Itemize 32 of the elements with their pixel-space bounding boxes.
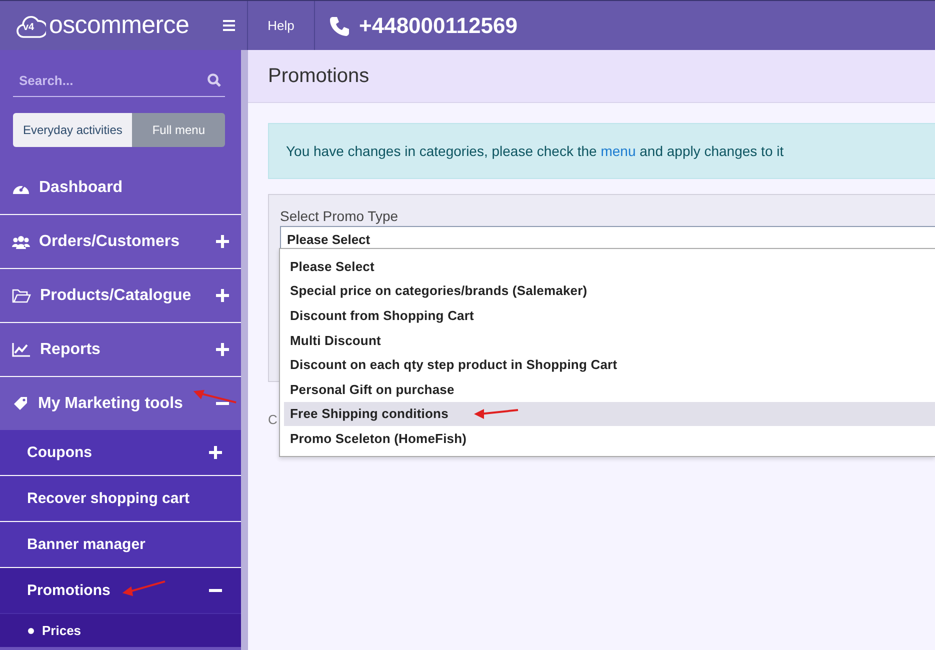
line-chart-icon: [12, 342, 31, 357]
dropdown-option[interactable]: Please Select: [284, 254, 935, 279]
menu-mode-tab[interactable]: Everyday activities: [13, 113, 132, 147]
tag-icon: [12, 395, 29, 412]
info-alert: You have changes in categories, please check the menu and apply changes to it: [268, 123, 935, 179]
phone-number: +448000112569: [359, 12, 518, 38]
menu-item[interactable]: My Marketing tools: [0, 377, 241, 430]
bullet-icon: [28, 628, 34, 634]
folder-icon: [12, 288, 31, 303]
dropdown-option[interactable]: Personal Gift on purchase: [284, 376, 935, 402]
partial-text: C: [268, 412, 278, 427]
menu-icon: [223, 20, 235, 31]
submenu-item[interactable]: Coupons: [0, 430, 241, 476]
dropdown-option[interactable]: Free Shipping conditions: [284, 402, 935, 426]
search-icon: [207, 73, 221, 87]
dropdown-option[interactable]: Promo Sceleton (HomeFish): [284, 426, 935, 451]
dropdown-option[interactable]: Discount from Shopping Cart: [284, 303, 935, 328]
menu-link[interactable]: menu: [600, 143, 636, 159]
dropdown-option[interactable]: Multi Discount: [284, 328, 935, 352]
dropdown-option[interactable]: Special price on categories/brands (Salemaker): [284, 278, 935, 304]
splitter-handle[interactable]: [241, 50, 248, 650]
logo[interactable]: v4 oscommerce: [16, 10, 190, 40]
search-field[interactable]: Search...: [19, 72, 207, 88]
submenu-item[interactable]: Banner manager: [0, 522, 241, 568]
dropdown-option[interactable]: Discount on each qty step product in Shopping Cart: [284, 352, 935, 377]
submenu-item[interactable]: Promotions: [0, 568, 241, 614]
phone-icon: [329, 16, 349, 36]
users-icon: [12, 234, 30, 248]
submenu-item[interactable]: Recover shopping cart: [0, 476, 241, 522]
field-label: Select Promo Type: [280, 208, 400, 224]
submenu-item[interactable]: Prices: [0, 614, 241, 647]
page-title: Promotions: [268, 64, 370, 88]
